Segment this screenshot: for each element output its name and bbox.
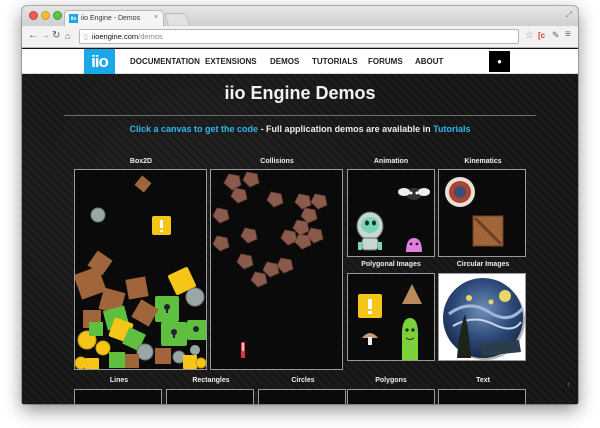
minimize-window-button[interactable] bbox=[41, 11, 50, 20]
box2d-scene bbox=[75, 175, 206, 369]
address-bar[interactable]: ▯ iioengine.com /demos bbox=[79, 29, 519, 44]
lines-canvas[interactable] bbox=[74, 389, 162, 404]
page-subtitle: Click a canvas to get the code - Full ap… bbox=[22, 124, 578, 134]
bookmark-star-icon[interactable]: ☆ bbox=[525, 30, 534, 41]
label-polygonal-images: Polygonal Images bbox=[361, 261, 421, 268]
extension-icon[interactable]: [c bbox=[538, 31, 545, 40]
zoom-window-button[interactable] bbox=[53, 11, 62, 20]
wrench-icon[interactable]: ✎ bbox=[552, 30, 560, 41]
back-arrow-icon[interactable]: ← bbox=[28, 30, 38, 42]
polygons-canvas[interactable] bbox=[347, 389, 435, 404]
click-canvas-text: Click a canvas to get the code bbox=[129, 124, 259, 134]
site-logo[interactable]: iio bbox=[84, 49, 115, 74]
page-icon: ▯ bbox=[84, 33, 88, 41]
nav-documentation[interactable]: DOCUMENTATION bbox=[130, 57, 200, 66]
site-navbar: iio DOCUMENTATION EXTENSIONS DEMOS TUTOR… bbox=[22, 49, 578, 74]
label-circular-images: Circular Images bbox=[456, 261, 510, 268]
label-polygons: Polygons bbox=[375, 377, 407, 384]
nav-forums[interactable]: FORUMS bbox=[368, 57, 403, 66]
nav-about[interactable]: ABOUT bbox=[415, 57, 443, 66]
menu-icon[interactable]: ≡ bbox=[565, 29, 571, 40]
nav-tutorials[interactable]: TUTORIALS bbox=[312, 57, 358, 66]
home-icon[interactable]: ⌂ bbox=[65, 30, 70, 42]
favicon-icon: iio bbox=[69, 14, 78, 23]
browser-tab[interactable]: iio iio Engine - Demos × bbox=[64, 10, 164, 26]
circular-images-canvas[interactable] bbox=[438, 273, 526, 361]
collisions-canvas[interactable] bbox=[210, 169, 343, 370]
title-divider bbox=[64, 115, 536, 116]
rectangles-canvas[interactable] bbox=[166, 389, 254, 404]
nav-extensions[interactable]: EXTENSIONS bbox=[205, 57, 257, 66]
page-title: iio Engine Demos bbox=[224, 83, 376, 103]
polygonal-images-scene bbox=[358, 284, 422, 360]
label-box2d: Box2D bbox=[129, 158, 153, 165]
label-kinematics: Kinematics bbox=[464, 158, 502, 165]
animation-canvas[interactable] bbox=[347, 169, 435, 257]
fullscreen-icon[interactable]: ⤢ bbox=[566, 10, 572, 20]
tab-title: iio Engine - Demos bbox=[81, 15, 141, 22]
label-text: Text bbox=[476, 377, 490, 384]
circles-canvas[interactable] bbox=[258, 389, 346, 404]
nav-demos[interactable]: DEMOS bbox=[270, 57, 299, 66]
scroll-left-icon[interactable]: ‹ bbox=[567, 379, 570, 390]
subtitle-text: - Full application demos are available i… bbox=[258, 124, 434, 134]
tab-close-icon[interactable]: × bbox=[154, 14, 158, 21]
reload-icon[interactable]: ↻ bbox=[52, 30, 60, 42]
tutorials-link[interactable]: Tutorials bbox=[433, 124, 470, 134]
url-path: /demos bbox=[138, 32, 163, 41]
browser-toolbar: ← → ↻ ⌂ ▯ iioengine.com /demos ☆ [c ✎ ≡ bbox=[22, 26, 578, 48]
label-collisions: Collisions bbox=[260, 158, 294, 165]
label-lines: Lines bbox=[109, 377, 129, 384]
user-icon[interactable]: ● bbox=[489, 51, 510, 72]
label-circles: Circles bbox=[291, 377, 315, 384]
new-tab-button[interactable] bbox=[163, 13, 191, 25]
animation-scene bbox=[356, 188, 430, 252]
kinematics-canvas[interactable] bbox=[438, 169, 526, 257]
label-rectangles: Rectangles bbox=[192, 377, 230, 384]
collisions-scene bbox=[212, 171, 328, 358]
kinematics-scene bbox=[445, 177, 504, 247]
browser-window: iio iio Engine - Demos × ⤢ ← → ↻ ⌂ ▯ iio… bbox=[22, 6, 578, 404]
label-animation: Animation bbox=[373, 158, 409, 165]
forward-arrow-icon[interactable]: → bbox=[40, 30, 50, 42]
polygonal-images-canvas[interactable] bbox=[347, 273, 435, 361]
box2d-canvas[interactable] bbox=[74, 169, 207, 370]
web-page: iio DOCUMENTATION EXTENSIONS DEMOS TUTOR… bbox=[22, 49, 578, 404]
text-canvas[interactable] bbox=[438, 389, 526, 404]
close-window-button[interactable] bbox=[29, 11, 38, 20]
browser-titlebar: iio iio Engine - Demos × ⤢ bbox=[22, 6, 578, 26]
circular-images-scene bbox=[443, 278, 525, 360]
url-host: iioengine.com bbox=[91, 32, 139, 41]
